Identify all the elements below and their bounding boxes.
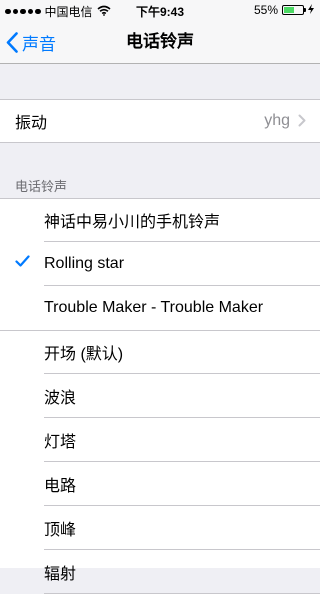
ringtone-row-builtin-6[interactable]: 辐射 — [0, 550, 320, 594]
page-title: 电话铃声 — [126, 32, 194, 51]
ringtone-label: 神话中易小川的手机铃声 — [44, 214, 221, 231]
ringtone-row-builtin-2[interactable]: 波浪 — [0, 374, 320, 418]
vibration-group: 振动 yhg — [0, 99, 320, 143]
battery-percent: 55% — [253, 3, 278, 17]
vibration-label: 振动 — [15, 115, 48, 132]
battery-icon — [282, 5, 306, 15]
status-bar: 中国电信 下午9:43 55% — [0, 0, 320, 20]
ringtone-label: 顶峰 — [44, 522, 77, 539]
ringtone-row-custom-3[interactable]: Trouble Maker - Trouble Maker — [0, 286, 320, 330]
checkmark-icon — [15, 255, 30, 267]
ringtone-label: 灯塔 — [44, 434, 77, 451]
ringtone-row-builtin-5[interactable]: 顶峰 — [0, 506, 320, 550]
ringtone-row-builtin-4[interactable]: 电路 — [0, 462, 320, 506]
ringtone-row-builtin-3[interactable]: 灯塔 — [0, 418, 320, 462]
ringtone-label: 开场 (默认) — [44, 346, 124, 363]
vibration-row[interactable]: 振动 yhg — [0, 99, 320, 143]
ringtone-label: 电路 — [44, 478, 77, 495]
status-right: 55% — [254, 3, 314, 17]
charging-icon — [308, 3, 314, 17]
ringtone-label: Trouble Maker - Trouble Maker — [44, 299, 264, 316]
ringtone-label: 辐射 — [44, 566, 77, 583]
ringtone-label: Rolling star — [44, 255, 125, 272]
ringtone-list: 神话中易小川的手机铃声 Rolling star Trouble Maker -… — [0, 198, 320, 594]
navigation-bar: 声音 电话铃声 — [0, 20, 320, 64]
chevron-right-icon — [298, 114, 306, 127]
ringtone-row-custom-1[interactable]: 神话中易小川的手机铃声 — [0, 198, 320, 242]
vibration-value: yhg — [264, 112, 290, 129]
ringtone-row-custom-2[interactable]: Rolling star — [0, 242, 320, 286]
battery-fill — [284, 7, 294, 13]
ringtone-row-builtin-1[interactable]: 开场 (默认) — [0, 330, 320, 374]
section-header: 电话铃声 — [15, 179, 68, 194]
ringtone-label: 波浪 — [44, 390, 77, 407]
